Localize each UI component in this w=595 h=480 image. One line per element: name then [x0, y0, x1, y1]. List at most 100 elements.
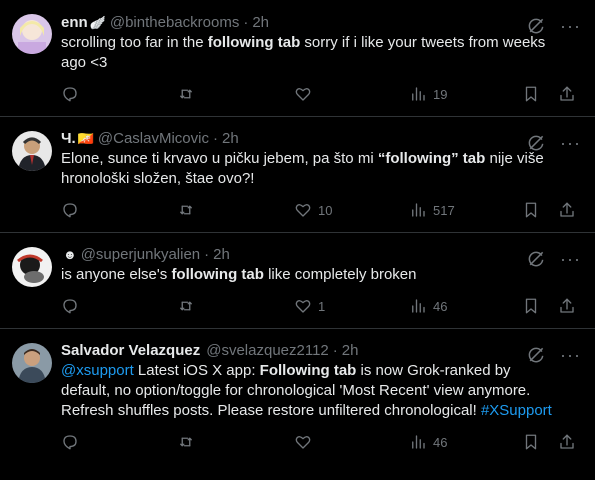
- tweet-header: ☻ @superjunkyalien · 2h: [61, 245, 579, 265]
- timeline-feed: enn 🪽 @binthebackrooms · 2h scrolling to…: [0, 0, 595, 452]
- bookmark-icon: [525, 298, 537, 314]
- grok-icon[interactable]: [526, 249, 546, 269]
- highlight-term: following tab: [171, 266, 264, 283]
- tweet[interactable]: Salvador Velazquez @svelazquez2112 · 2h …: [0, 329, 595, 452]
- like-button[interactable]: [294, 433, 409, 451]
- grok-icon[interactable]: [526, 16, 546, 36]
- share-icon: [560, 86, 574, 101]
- tweet-text: is anyone else's following tab like comp…: [61, 265, 579, 285]
- reply-icon: [63, 435, 77, 450]
- text-link[interactable]: @xsupport: [61, 362, 134, 379]
- name-emoji: 🪽: [89, 15, 106, 30]
- reply-button[interactable]: [61, 85, 177, 103]
- share-icon: [560, 298, 574, 313]
- avatar[interactable]: [12, 247, 52, 287]
- timestamp[interactable]: 2h: [222, 129, 239, 149]
- retweet-icon: [180, 437, 192, 447]
- text-segment: Elone, sunce ti krvavo u pičku jebem, pa…: [61, 150, 378, 167]
- views-button[interactable]: 19: [409, 85, 522, 103]
- like-button[interactable]: 10: [294, 201, 409, 219]
- bookmark-button[interactable]: [522, 433, 540, 451]
- bookmark-icon: [525, 86, 537, 102]
- tweet-text: Elone, sunce ti krvavo u pičku jebem, pa…: [61, 149, 579, 189]
- views-button[interactable]: 517: [409, 201, 522, 219]
- reply-button[interactable]: [61, 201, 177, 219]
- separator-dot: ·: [243, 14, 249, 31]
- grok-icon[interactable]: [526, 133, 546, 153]
- repost-button[interactable]: [177, 433, 294, 451]
- grok-icon[interactable]: [526, 345, 546, 365]
- action-bar: 46: [61, 432, 579, 452]
- bookmark-button[interactable]: [522, 297, 540, 315]
- action-bar: 10 517: [61, 200, 579, 220]
- separator-dot: ·: [332, 342, 338, 359]
- tweet[interactable]: ☻ @superjunkyalien · 2h is anyone else's…: [0, 233, 595, 329]
- bookmark-button[interactable]: [522, 85, 540, 103]
- like-button[interactable]: [294, 85, 409, 103]
- reply-icon: [63, 203, 77, 218]
- views-count: 46: [433, 434, 448, 450]
- more-icon[interactable]: ···: [560, 250, 581, 268]
- text-segment: like completely broken: [263, 266, 417, 283]
- views-count: 46: [433, 298, 448, 314]
- tweet-header: Salvador Velazquez @svelazquez2112 · 2h: [61, 341, 579, 361]
- like-icon: [295, 436, 311, 449]
- highlight-term: “following” tab: [377, 150, 486, 167]
- like-count: 10: [318, 202, 333, 218]
- like-icon: [295, 88, 311, 101]
- avatar[interactable]: [12, 343, 52, 383]
- author-handle[interactable]: @superjunkyalien: [81, 245, 200, 265]
- share-icon: [560, 434, 574, 449]
- name-emoji: 🇧🇹: [77, 131, 94, 146]
- more-icon[interactable]: ···: [560, 17, 581, 35]
- reply-icon: [63, 299, 77, 314]
- tweet-top-actions: ···: [526, 249, 581, 269]
- reply-button[interactable]: [61, 297, 177, 315]
- retweet-icon: [180, 205, 192, 215]
- tweet-header: enn 🪽 @binthebackrooms · 2h: [61, 13, 579, 33]
- reply-icon: [63, 87, 77, 102]
- more-icon[interactable]: ···: [560, 134, 581, 152]
- share-button[interactable]: [558, 85, 576, 103]
- views-button[interactable]: 46: [409, 433, 522, 451]
- tweet-top-actions: ···: [526, 345, 581, 365]
- name-emoji: ☻: [63, 247, 77, 262]
- repost-button[interactable]: [177, 85, 294, 103]
- author-name[interactable]: Ч.: [61, 129, 76, 149]
- author-handle[interactable]: @binthebackrooms: [110, 13, 239, 33]
- tweet-top-actions: ···: [526, 16, 581, 36]
- repost-button[interactable]: [177, 201, 294, 219]
- share-button[interactable]: [558, 433, 576, 451]
- timestamp[interactable]: 2h: [213, 245, 230, 265]
- share-button[interactable]: [558, 201, 576, 219]
- bookmark-icon: [525, 202, 537, 218]
- author-handle[interactable]: @svelazquez2112: [206, 341, 329, 361]
- share-button[interactable]: [558, 297, 576, 315]
- timestamp[interactable]: 2h: [252, 13, 269, 33]
- text-segment: is anyone else's: [61, 266, 172, 283]
- author-handle[interactable]: @CaslavMicovic: [98, 129, 209, 149]
- like-button[interactable]: 1: [294, 297, 409, 315]
- text-segment: Latest iOS X app:: [133, 362, 260, 379]
- avatar[interactable]: [12, 14, 52, 54]
- bookmark-button[interactable]: [522, 201, 540, 219]
- views-button[interactable]: 46: [409, 297, 522, 315]
- like-count: 1: [318, 298, 326, 314]
- author-name[interactable]: Salvador Velazquez: [61, 341, 200, 361]
- tweet-text: scrolling too far in the following tab s…: [61, 33, 579, 73]
- reply-button[interactable]: [61, 433, 177, 451]
- share-icon: [560, 202, 574, 217]
- text-link[interactable]: #XSupport: [481, 402, 552, 419]
- bookmark-icon: [525, 434, 537, 450]
- timestamp[interactable]: 2h: [342, 341, 359, 361]
- tweet-top-actions: ···: [526, 133, 581, 153]
- views-icon: [412, 203, 425, 217]
- more-icon[interactable]: ···: [560, 346, 581, 364]
- tweet[interactable]: Ч. 🇧🇹 @CaslavMicovic · 2h Elone, sunce t…: [0, 117, 595, 233]
- views-icon: [412, 87, 425, 101]
- avatar[interactable]: [12, 131, 52, 171]
- repost-button[interactable]: [177, 297, 294, 315]
- tweet[interactable]: enn 🪽 @binthebackrooms · 2h scrolling to…: [0, 0, 595, 117]
- action-bar: 19: [61, 84, 579, 104]
- author-name[interactable]: enn: [61, 13, 88, 33]
